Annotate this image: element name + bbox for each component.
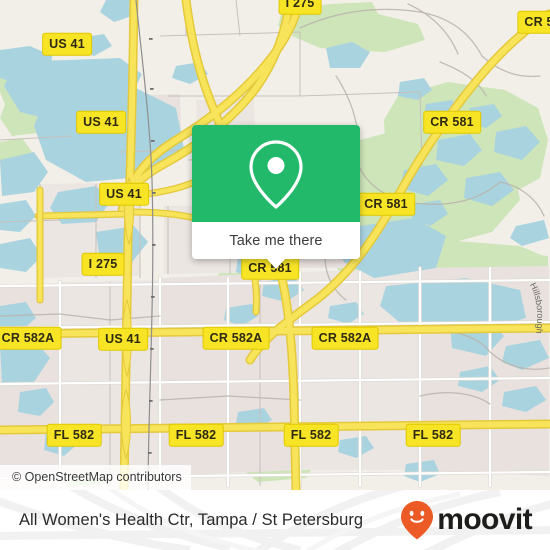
road-shield: CR 582A <box>311 326 379 350</box>
road-shield: CR 581 <box>423 110 481 134</box>
road-shield: US 41 <box>76 110 126 134</box>
road-shield: I 275 <box>81 252 125 276</box>
road-shield: CR 581 <box>357 192 415 216</box>
road-shield: I 275 <box>278 0 322 15</box>
road-shield: US 41 <box>98 327 148 351</box>
popup-pointer-tail <box>266 258 286 269</box>
popup-footer[interactable]: Take me there <box>192 222 360 259</box>
moovit-wordmark: moovit <box>437 503 532 536</box>
place-title: All Women's Health Ctr, Tampa / St Peter… <box>19 510 364 529</box>
road-shield: FL 582 <box>405 423 461 447</box>
popup-header <box>192 125 360 222</box>
moovit-smiley-pin-icon <box>401 501 434 540</box>
take-me-there-label: Take me there <box>229 232 323 249</box>
location-popup-card[interactable]: Take me there <box>192 125 360 269</box>
road-shield: FL 582 <box>168 423 224 447</box>
road-shield: CR 582A <box>202 326 270 350</box>
road-shield: FL 582 <box>46 423 102 447</box>
road-shield: US 41 <box>42 32 92 56</box>
road-shield: FL 582 <box>283 423 339 447</box>
footer-content: All Women's Health Ctr, Tampa / St Peter… <box>0 490 550 550</box>
road-shield: CR 5 <box>517 10 550 34</box>
map-viewport[interactable]: .water { fill:#aad3e0; } .park { fill:#c… <box>0 0 550 490</box>
osm-attribution[interactable]: © OpenStreetMap contributors <box>0 464 191 490</box>
moovit-brand[interactable]: moovit <box>400 500 533 540</box>
moovit-map-screenshot: .water { fill:#aad3e0; } .park { fill:#c… <box>0 0 550 550</box>
bottom-info-bar: All Women's Health Ctr, Tampa / St Peter… <box>0 490 550 550</box>
map-pin-icon <box>249 139 303 209</box>
road-shield: US 41 <box>99 182 149 206</box>
road-shield: CR 582A <box>0 326 62 350</box>
